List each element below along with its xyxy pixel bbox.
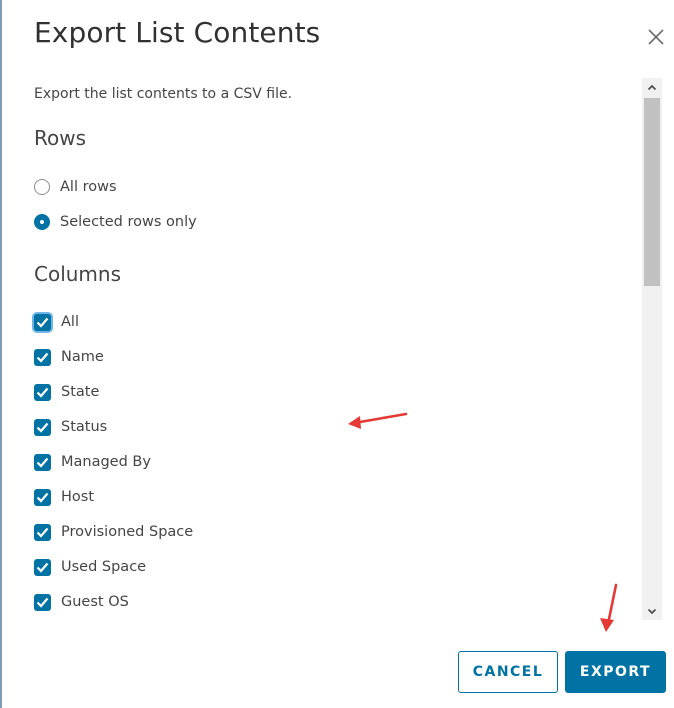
dialog-description: Export the list contents to a CSV file.: [34, 86, 293, 102]
columns-heading: Columns: [34, 262, 122, 286]
checkbox-managed-by[interactable]: Managed By: [34, 451, 151, 473]
checkbox-label: Status: [61, 419, 108, 435]
checkmark-icon: [36, 457, 49, 468]
checkbox-used-space[interactable]: Used Space: [34, 556, 146, 578]
checkbox-all[interactable]: All: [34, 311, 79, 333]
checkbox[interactable]: [34, 348, 51, 366]
export-button[interactable]: EXPORT: [565, 651, 666, 693]
dialog-title: Export List Contents: [34, 16, 321, 49]
checkbox[interactable]: [34, 383, 51, 401]
export-dialog: Export List Contents Export the list con…: [0, 0, 674, 708]
vertical-scrollbar[interactable]: [642, 78, 662, 620]
cancel-button[interactable]: CANCEL: [458, 651, 558, 693]
checkmark-icon: [36, 317, 49, 328]
checkbox-label: State: [61, 384, 100, 400]
checkbox-label: Provisioned Space: [61, 524, 194, 540]
checkmark-icon: [36, 422, 49, 433]
checkmark-icon: [36, 562, 49, 573]
radio-label: All rows: [60, 179, 117, 195]
checkbox[interactable]: [34, 488, 51, 506]
checkbox[interactable]: [34, 418, 51, 436]
checkbox-label: Host: [61, 489, 95, 505]
checkbox-label: Managed By: [61, 454, 151, 470]
checkmark-icon: [36, 527, 49, 538]
checkmark-icon: [36, 352, 49, 363]
checkbox[interactable]: [34, 558, 51, 576]
scrollbar-thumb[interactable]: [644, 98, 660, 286]
checkbox-name[interactable]: Name: [34, 346, 104, 368]
checkbox[interactable]: [34, 593, 51, 611]
checkbox-host[interactable]: Host: [34, 486, 94, 508]
radio-button[interactable]: [34, 214, 50, 230]
checkbox[interactable]: [34, 523, 51, 541]
checkbox-guest-os[interactable]: Guest OS: [34, 591, 129, 613]
checkbox-label: Used Space: [61, 559, 147, 575]
rows-heading: Rows: [34, 126, 87, 150]
checkbox-status[interactable]: Status: [34, 416, 107, 438]
close-icon: [648, 29, 664, 45]
radio-selected-rows-only[interactable]: Selected rows only: [34, 211, 197, 233]
dialog-body: Export the list contents to a CSV file. …: [2, 76, 642, 624]
checkbox-label: Name: [61, 349, 104, 365]
checkbox-state[interactable]: State: [34, 381, 99, 403]
checkmark-icon: [36, 597, 49, 608]
radio-all-rows[interactable]: All rows: [34, 176, 117, 198]
scroll-up-button[interactable]: [642, 78, 662, 96]
chevron-up-icon: [647, 84, 657, 90]
radio-label: Selected rows only: [60, 214, 197, 230]
close-button[interactable]: [645, 26, 667, 48]
checkbox-label: All: [61, 314, 79, 330]
scroll-down-button[interactable]: [642, 602, 662, 620]
checkbox-label: Guest OS: [61, 594, 129, 610]
radio-button[interactable]: [34, 179, 50, 195]
checkbox[interactable]: [34, 313, 51, 331]
checkbox[interactable]: [34, 453, 51, 471]
chevron-down-icon: [647, 608, 657, 614]
checkmark-icon: [36, 387, 49, 398]
checkbox-provisioned-space[interactable]: Provisioned Space: [34, 521, 193, 543]
checkmark-icon: [36, 492, 49, 503]
